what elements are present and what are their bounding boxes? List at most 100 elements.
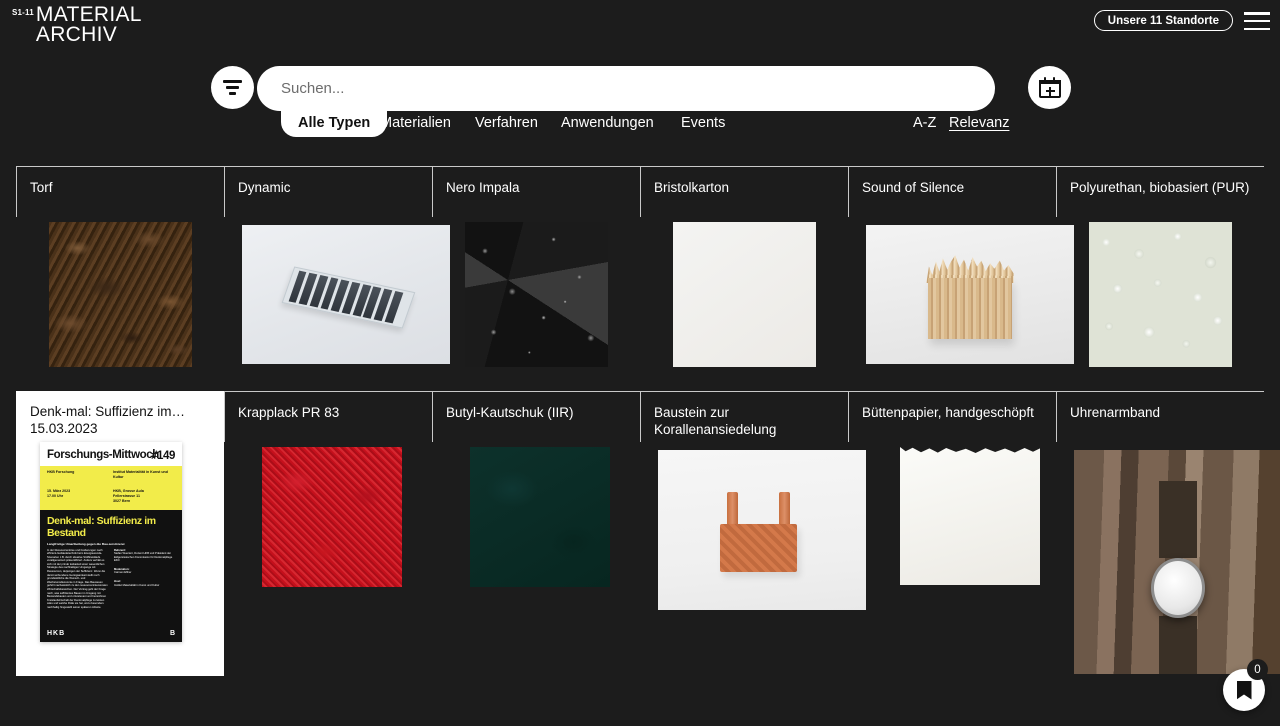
card-divider: [16, 167, 18, 217]
card-divider: [1056, 392, 1058, 442]
sort-relevanz[interactable]: Relevanz: [949, 108, 1009, 137]
dark-green-rubber-image: [470, 447, 610, 587]
burger-line-2: [1244, 19, 1270, 23]
bookmark-icon: [1236, 680, 1252, 700]
filter-icon: [223, 80, 242, 95]
card-title: Torf: [30, 180, 53, 195]
calendar-add-button[interactable]: [1028, 66, 1071, 109]
poster-meta-datetime: 15. März 2023 17.00 Uhr: [47, 488, 71, 498]
result-card-sound-of-silence[interactable]: Sound of Silence: [848, 166, 1074, 378]
card-divider: [848, 392, 850, 442]
result-card-polyurethan[interactable]: Polyurethan, biobasiert (PUR): [1056, 166, 1264, 378]
poster-credit-moderation-value: Carmen Effner: [114, 571, 132, 575]
poster-main-band: Denk-mal: Suffizienz im Bestand Langfris…: [40, 509, 182, 642]
sort-a-z[interactable]: A-Z: [913, 108, 936, 137]
poster-body-text: In der Ressourcenkrise und Forderungen n…: [47, 548, 108, 610]
tab-materialien[interactable]: Materialien: [380, 108, 451, 137]
block-tube-right: [778, 491, 791, 524]
card-title: Büttenpapier, handgeschöpft: [862, 405, 1034, 420]
result-card-butyl-kautschuk[interactable]: Butyl-Kautschuk (IIR): [432, 391, 640, 676]
card-title: Baustein zur Korallenansiedelung: [654, 405, 777, 437]
card-title: Dynamic: [238, 180, 291, 195]
result-card-torf[interactable]: Torf: [16, 166, 224, 378]
wood-fiber-acoustic-block-image: [866, 225, 1074, 364]
bookmark-button[interactable]: 0: [1223, 659, 1268, 711]
peat-soil-texture-image: [49, 222, 192, 367]
filter-button[interactable]: [211, 66, 254, 109]
card-divider: [432, 167, 434, 217]
poster-credit-host-value: Institut Materialität in Kunst und Kultu…: [114, 583, 160, 587]
card-divider: [640, 392, 642, 442]
block-tube-left: [726, 491, 739, 524]
tab-alle-typen[interactable]: Alle Typen: [281, 108, 388, 137]
tab-events[interactable]: Events: [681, 108, 725, 137]
poster-credit-host: Host: Institut Materialität in Kunst und…: [114, 580, 175, 587]
card-title: Nero Impala: [446, 180, 520, 195]
card-thumbnail[interactable]: [446, 447, 626, 670]
card-divider: [432, 392, 434, 442]
card-thumbnail[interactable]: [654, 222, 834, 372]
fiber-block-shape: [928, 277, 1012, 339]
poster-subtitle: Langfristige Umartbeitung gegen die Bau-…: [47, 541, 125, 546]
card-title: Krapplack PR 83: [238, 405, 340, 420]
tab-anwendungen[interactable]: Anwendungen: [561, 108, 654, 137]
wristwatch-on-wood-image: [1074, 450, 1280, 674]
card-thumbnail[interactable]: [30, 222, 210, 372]
hkb-logo: HKB: [47, 630, 66, 637]
card-title: Denk-mal: Suffizienz im…: [30, 404, 186, 419]
solar-panel-shape: [281, 266, 415, 329]
card-date: 15.03.2023: [30, 421, 98, 436]
watch-strap-upper: [1159, 481, 1197, 558]
hamburger-menu-icon[interactable]: [1244, 12, 1270, 30]
card-title: Polyurethan, biobasiert (PUR): [1070, 180, 1250, 195]
card-thumbnail[interactable]: [238, 222, 450, 372]
search-input[interactable]: [257, 66, 995, 111]
result-card-event-denk-mal[interactable]: Denk-mal: Suffizienz im… 15.03.2023 Fors…: [16, 391, 224, 676]
locations-button[interactable]: Unsere 11 Standorte: [1093, 10, 1233, 31]
card-thumbnail[interactable]: [862, 222, 1074, 372]
watch-strap-lower: [1159, 615, 1197, 674]
card-title: Butyl-Kautschuk (IIR): [446, 405, 574, 420]
tab-verfahren[interactable]: Verfahren: [475, 108, 538, 137]
handmade-deckle-paper-image: [900, 447, 1040, 585]
poster-credits: Referent: Stefan Wuertert, Dozent HKB un…: [114, 549, 175, 610]
card-thumbnail[interactable]: [1070, 447, 1280, 674]
card-thumbnail[interactable]: [862, 447, 1042, 670]
poster-meta-organizer: HKB Forschung: [47, 469, 75, 474]
terracotta-coral-block-image: [658, 450, 866, 610]
result-card-uhrenarmband[interactable]: Uhrenarmband: [1056, 391, 1280, 676]
logo-line-2: ARCHIV: [35, 23, 118, 46]
card-title: Sound of Silence: [862, 180, 965, 195]
result-card-nero-impala[interactable]: Nero Impala: [432, 166, 640, 378]
result-card-dynamic[interactable]: Dynamic: [224, 166, 450, 378]
black-granite-texture-image: [465, 222, 608, 367]
card-divider: [1056, 167, 1058, 217]
type-filter-tabs: Alle Typen Materialien Verfahren Anwendu…: [0, 108, 1280, 140]
results-row-2: Denk-mal: Suffizienz im… 15.03.2023 Fors…: [16, 391, 1280, 676]
result-card-baustein-koralle[interactable]: Baustein zur Korallenansiedelung: [640, 391, 866, 676]
block-body: [720, 523, 798, 572]
white-cardboard-sheet-image: [673, 222, 816, 367]
bookmark-count-badge: 0: [1247, 659, 1268, 680]
poster-columns: In der Ressourcenkrise und Forderungen n…: [47, 549, 175, 610]
site-logo[interactable]: S1-11 MATERIAL ARCHIV: [12, 3, 142, 46]
result-card-buettenpapier[interactable]: Büttenpapier, handgeschöpft: [848, 391, 1056, 676]
card-title: Bristolkarton: [654, 180, 730, 195]
poster-meta-institute: Institut Materialität in Kunst und Kultu…: [113, 469, 168, 479]
result-card-krapplack[interactable]: Krapplack PR 83: [224, 391, 432, 676]
poster-credit-speaker: Referent: Stefan Wuertert, Dozent HKB un…: [114, 549, 175, 563]
card-thumbnail[interactable]: [238, 447, 418, 670]
card-thumbnail[interactable]: [654, 447, 866, 670]
result-card-bristolkarton[interactable]: Bristolkarton: [640, 166, 848, 378]
card-divider: [224, 392, 226, 442]
card-thumbnail[interactable]: [1070, 222, 1250, 372]
card-thumbnail[interactable]: [446, 222, 626, 372]
logo-superscript: S1-11: [12, 8, 34, 17]
logo-line-1: MATERIAL: [35, 3, 142, 26]
card-title: Uhrenarmband: [1070, 405, 1161, 420]
event-poster[interactable]: Forschungs-Mittwoch #149 HKB Forschung I…: [40, 442, 182, 642]
poster-number: #149: [151, 449, 175, 462]
card-divider: [224, 167, 226, 217]
app-header: S1-11 MATERIAL ARCHIV Unsere 11 Standort…: [0, 0, 1280, 52]
deckle-edge: [900, 447, 1040, 453]
